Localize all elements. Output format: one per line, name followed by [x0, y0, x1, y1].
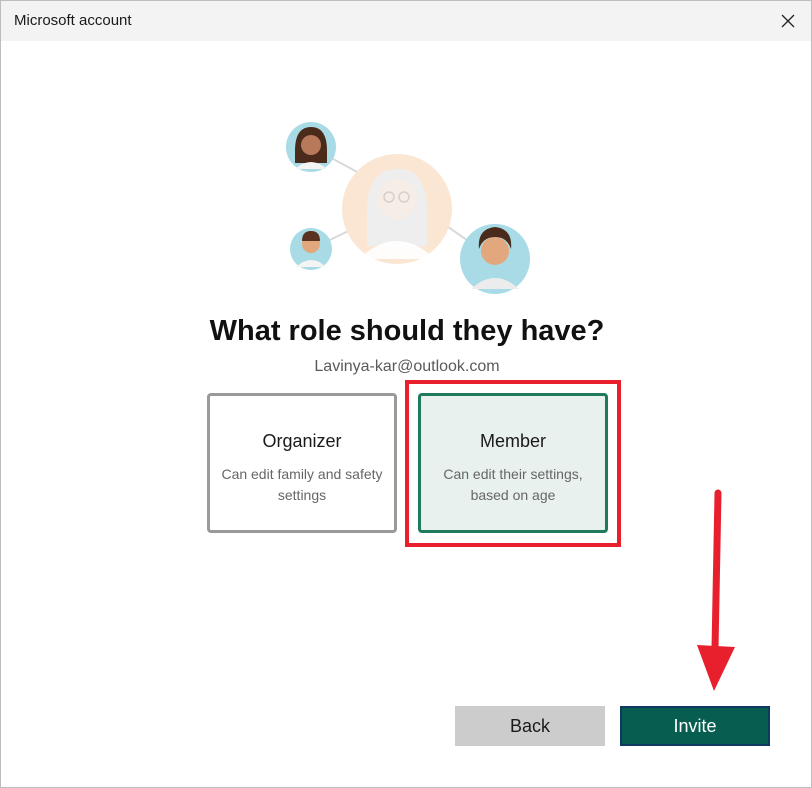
role-description-member: Can edit their settings, based on age — [443, 466, 583, 503]
role-description-organizer: Can edit family and safety settings — [221, 466, 383, 503]
invite-button[interactable]: Invite — [620, 706, 770, 746]
family-members-illustration — [286, 122, 530, 294]
role-card-organizer[interactable]: Organizer Can edit family and safety set… — [207, 393, 397, 533]
window-title: Microsoft account — [14, 12, 132, 29]
role-title-member: Member — [479, 431, 546, 451]
back-button[interactable]: Back — [455, 706, 605, 746]
annotation-arrow-icon — [697, 489, 735, 691]
invitee-email: Lavinya-kar@outlook.com — [314, 358, 500, 375]
close-icon — [781, 14, 795, 28]
role-title-organizer: Organizer — [262, 431, 342, 451]
page-title: What role should they have? — [209, 315, 605, 347]
close-button[interactable] — [765, 1, 811, 41]
title-bar: Microsoft account — [1, 1, 811, 41]
dialog-window: Microsoft account What role should they … — [0, 0, 812, 788]
role-card-member[interactable]: Member Can edit their settings, based on… — [418, 393, 608, 533]
